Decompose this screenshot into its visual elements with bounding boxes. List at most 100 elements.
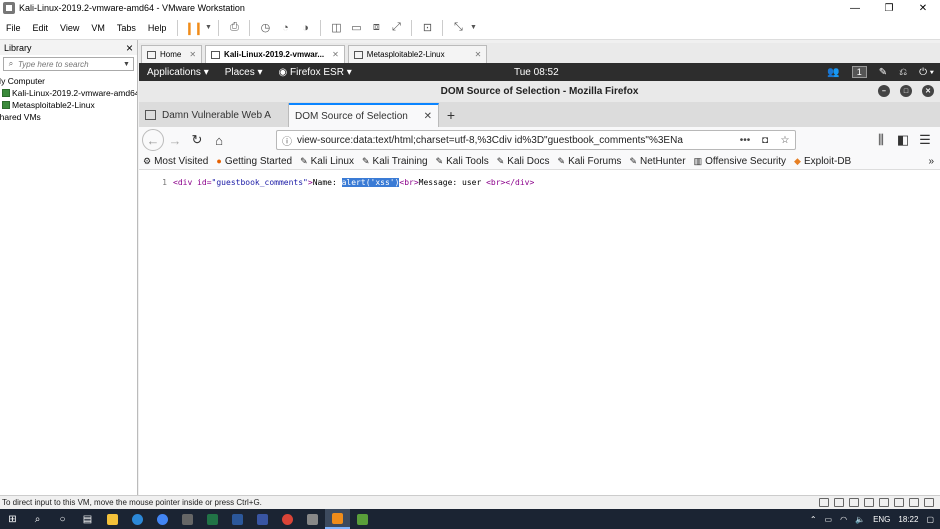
url-text[interactable]: view-source:data:text/html;charset=utf-8… xyxy=(297,135,735,146)
cortana-icon[interactable]: ○ xyxy=(50,509,75,529)
source-selected-text[interactable]: alert('xss') xyxy=(341,178,400,187)
file-explorer-icon[interactable] xyxy=(100,509,125,529)
stretch-icon[interactable]: ⤡ xyxy=(448,19,468,37)
browser-tab-dom-source[interactable]: DOM Source of Selection ✕ xyxy=(289,103,439,127)
bookmark-kali-forums[interactable]: ✎ Kali Forums xyxy=(554,156,626,167)
visio-icon[interactable] xyxy=(250,509,275,529)
reload-icon[interactable]: ↻ xyxy=(186,129,208,151)
library-view-icon[interactable]: ◫ xyxy=(326,19,346,37)
close-icon[interactable]: ✕ xyxy=(475,50,482,59)
app-icon[interactable] xyxy=(175,509,200,529)
fullscreen-icon[interactable] xyxy=(924,498,934,507)
chrome-icon[interactable] xyxy=(150,509,175,529)
restore-button[interactable]: ❐ xyxy=(872,0,906,16)
display-icon[interactable] xyxy=(894,498,904,507)
excel-icon[interactable] xyxy=(200,509,225,529)
close-button[interactable]: ✕ xyxy=(922,85,934,97)
vm-tab-kali[interactable]: Kali-Linux-2019.2-vmwar... ✕ xyxy=(205,45,345,63)
panel-clock[interactable]: Tue 08:52 xyxy=(514,67,559,78)
bookmark-offensive-security[interactable]: ▥ Offensive Security xyxy=(690,156,790,167)
bookmarks-overflow-icon[interactable]: » xyxy=(928,156,934,167)
edge-icon[interactable] xyxy=(125,509,150,529)
menu-file[interactable]: File xyxy=(0,23,27,33)
bookmark-kali-linux[interactable]: ✎ Kali Linux xyxy=(296,156,358,167)
vm-tab-metasploitable[interactable]: Metasploitable2-Linux ✕ xyxy=(347,45,488,63)
places-menu[interactable]: Places ▾ xyxy=(217,67,271,78)
power-icon[interactable]: ⏻ ▾ xyxy=(919,67,934,78)
console-view-icon[interactable]: ⊡ xyxy=(417,19,437,37)
snapshot-manager-icon[interactable]: ◑ xyxy=(295,19,315,37)
bookmark-exploit-db[interactable]: ◆ Exploit-DB xyxy=(790,156,855,167)
url-bar[interactable]: ⓘ view-source:data:text/html;charset=utf… xyxy=(276,130,796,150)
library-close-button[interactable]: × xyxy=(126,41,133,55)
dropdown-arrow-icon[interactable]: ▼ xyxy=(468,19,478,37)
back-icon[interactable]: ← xyxy=(142,129,164,151)
info-icon[interactable]: ⓘ xyxy=(277,133,297,148)
library-item-metasploitable[interactable]: Metasploitable2-Linux xyxy=(0,99,137,111)
menu-vm[interactable]: VM xyxy=(85,23,111,33)
usb-icon[interactable] xyxy=(864,498,874,507)
library-icon[interactable]: ⫼ xyxy=(870,129,892,151)
send-keys-icon[interactable]: ⎙ xyxy=(224,19,244,37)
pen-icon[interactable]: ✎ xyxy=(879,67,887,78)
thumbnail-bar-icon[interactable]: ▭ xyxy=(346,19,366,37)
network-adapter-icon[interactable] xyxy=(849,498,859,507)
firefox-app-menu[interactable]: ◉ Firefox ESR ▾ xyxy=(271,67,360,78)
minimize-button[interactable]: – xyxy=(878,85,890,97)
search-icon[interactable]: ⌕ xyxy=(25,509,50,529)
cd-drive-icon[interactable] xyxy=(834,498,844,507)
start-icon[interactable]: ⊞ xyxy=(0,509,25,529)
volume-icon[interactable]: 🔈 xyxy=(855,515,865,524)
bookmark-most-visited[interactable]: ⚙ Most Visited xyxy=(139,156,212,167)
taskbar-clock[interactable]: 18:22 xyxy=(898,515,918,524)
bookmark-kali-tools[interactable]: ✎ Kali Tools xyxy=(432,156,493,167)
bookmark-kali-docs[interactable]: ✎ Kali Docs xyxy=(493,156,554,167)
applications-menu[interactable]: Applications ▾ xyxy=(139,67,217,78)
message-icon[interactable] xyxy=(909,498,919,507)
language-indicator[interactable]: ENG xyxy=(873,515,890,524)
app-icon[interactable] xyxy=(300,509,325,529)
close-button[interactable]: ✕ xyxy=(906,0,940,16)
dropdown-arrow-icon[interactable]: ▼ xyxy=(203,19,213,37)
hamburger-menu-icon[interactable]: ☰ xyxy=(914,129,936,151)
browser-tab-dvwa[interactable]: Damn Vulnerable Web A xyxy=(139,103,289,127)
menu-help[interactable]: Help xyxy=(142,23,173,33)
app-icon[interactable] xyxy=(350,509,375,529)
close-icon[interactable]: ✕ xyxy=(424,111,432,122)
pocket-icon[interactable]: ◘ xyxy=(755,135,775,146)
menu-tabs[interactable]: Tabs xyxy=(111,23,142,33)
menu-view[interactable]: View xyxy=(54,23,85,33)
minimize-button[interactable]: — xyxy=(838,0,872,16)
forward-icon[interactable]: → xyxy=(164,129,186,151)
menu-edit[interactable]: Edit xyxy=(27,23,55,33)
hard-disk-icon[interactable] xyxy=(819,498,829,507)
workspace-indicator[interactable]: 1 xyxy=(851,66,867,78)
snapshot-icon[interactable]: ◷ xyxy=(255,19,275,37)
wifi-icon[interactable]: ◠ xyxy=(840,515,847,524)
vmware-taskbar-icon[interactable] xyxy=(325,509,350,529)
bookmark-star-icon[interactable]: ☆ xyxy=(775,135,795,146)
chevron-down-icon[interactable]: ▼ xyxy=(123,61,133,68)
full-screen-icon[interactable]: ⤢ xyxy=(386,19,406,37)
chrome-icon[interactable] xyxy=(275,509,300,529)
bookmark-nethunter[interactable]: ✎ NetHunter xyxy=(625,156,689,167)
network-icon[interactable]: ⎌ xyxy=(899,67,907,78)
page-actions-icon[interactable]: ••• xyxy=(735,135,755,146)
close-icon[interactable]: ✕ xyxy=(189,50,196,59)
sidebar-icon[interactable]: ◧ xyxy=(892,129,914,151)
revert-snapshot-icon[interactable]: ◔ xyxy=(275,19,295,37)
pause-icon[interactable]: ❙❙ xyxy=(183,19,203,37)
library-item-kali[interactable]: Kali-Linux-2019.2-vmware-amd64 xyxy=(0,87,137,99)
chevron-up-icon[interactable]: ⌃ xyxy=(810,515,817,524)
library-item-my-computer[interactable]: My Computer xyxy=(0,75,137,87)
users-icon[interactable]: 👥 xyxy=(827,67,839,78)
bookmark-kali-training[interactable]: ✎ Kali Training xyxy=(358,156,432,167)
library-search-input[interactable]: ⌕ Type here to search ▼ xyxy=(3,57,134,71)
word-icon[interactable] xyxy=(225,509,250,529)
new-tab-button[interactable]: + xyxy=(439,103,463,127)
close-icon[interactable]: ✕ xyxy=(332,50,339,59)
library-item-shared-vms[interactable]: Shared VMs xyxy=(0,111,137,123)
notifications-icon[interactable]: ▢ xyxy=(926,515,934,524)
task-view-icon[interactable]: ▤ xyxy=(75,509,100,529)
home-icon[interactable]: ⌂ xyxy=(208,129,230,151)
